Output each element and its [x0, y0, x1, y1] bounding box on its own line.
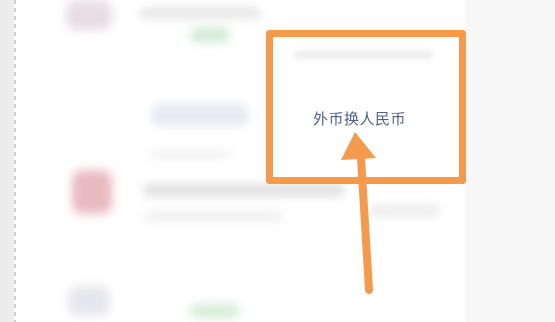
- app-icon-red: [72, 170, 112, 214]
- blurred-text-line: [144, 184, 344, 196]
- card-label: 外币换人民币: [313, 110, 407, 128]
- left-edge-strip: [0, 0, 14, 322]
- app-icon-top: [66, 0, 112, 30]
- app-icon-bottom: [68, 286, 110, 316]
- blurred-card-line: [293, 51, 433, 59]
- right-edge-strip: [465, 0, 555, 322]
- green-accent-top: [190, 28, 230, 42]
- foreign-currency-exchange-card[interactable]: 外币换人民币: [266, 30, 466, 184]
- blurred-button-left: [152, 104, 248, 126]
- green-accent-bottom: [190, 304, 240, 318]
- blurred-text-line: [144, 212, 284, 221]
- blurred-text-line: [140, 8, 260, 18]
- blurred-text-line: [150, 150, 230, 158]
- blurred-text-line: [370, 206, 440, 216]
- left-edge-divider: [14, 0, 16, 322]
